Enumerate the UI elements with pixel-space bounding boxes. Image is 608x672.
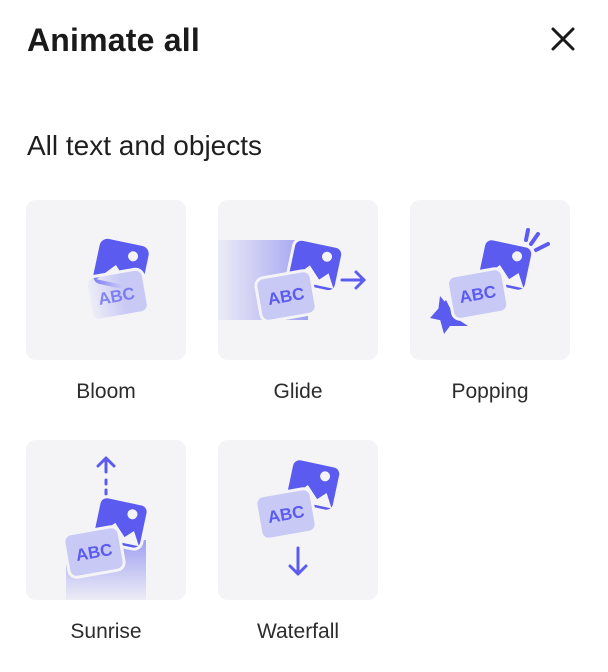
effect-label-popping: Popping bbox=[451, 380, 529, 403]
effect-card-bloom: ABC bbox=[26, 200, 186, 360]
sunrise-icon: ABC bbox=[62, 456, 150, 600]
waterfall-icon: ABC bbox=[254, 457, 343, 576]
effect-card-glide: ABC bbox=[218, 200, 378, 360]
effect-label-bloom: Bloom bbox=[76, 380, 136, 403]
glide-icon: ABC bbox=[218, 237, 366, 323]
effect-label-waterfall: Waterfall bbox=[256, 620, 340, 643]
effect-tile-sunrise[interactable]: ABC Sunrise bbox=[26, 440, 186, 644]
effect-label-glide: Glide bbox=[273, 380, 323, 403]
panel-header: Animate all bbox=[27, 20, 578, 60]
effect-card-waterfall: ABC bbox=[218, 440, 378, 600]
effect-card-sunrise: ABC bbox=[26, 440, 186, 600]
effect-tile-bloom[interactable]: ABC Bloom bbox=[26, 200, 186, 404]
effect-tile-popping[interactable]: ABC Popping bbox=[410, 200, 570, 404]
effect-tile-glide[interactable]: ABC Glide bbox=[218, 200, 378, 404]
effect-tile-waterfall[interactable]: ABC Waterfall bbox=[218, 440, 378, 644]
section-title: All text and objects bbox=[27, 130, 263, 161]
popping-icon: ABC bbox=[430, 228, 550, 334]
bloom-icon: ABC bbox=[84, 238, 150, 322]
effect-card-popping: ABC bbox=[410, 200, 570, 360]
panel-title: Animate all bbox=[27, 22, 200, 58]
close-icon[interactable] bbox=[548, 24, 578, 54]
effect-label-sunrise: Sunrise bbox=[70, 620, 142, 643]
